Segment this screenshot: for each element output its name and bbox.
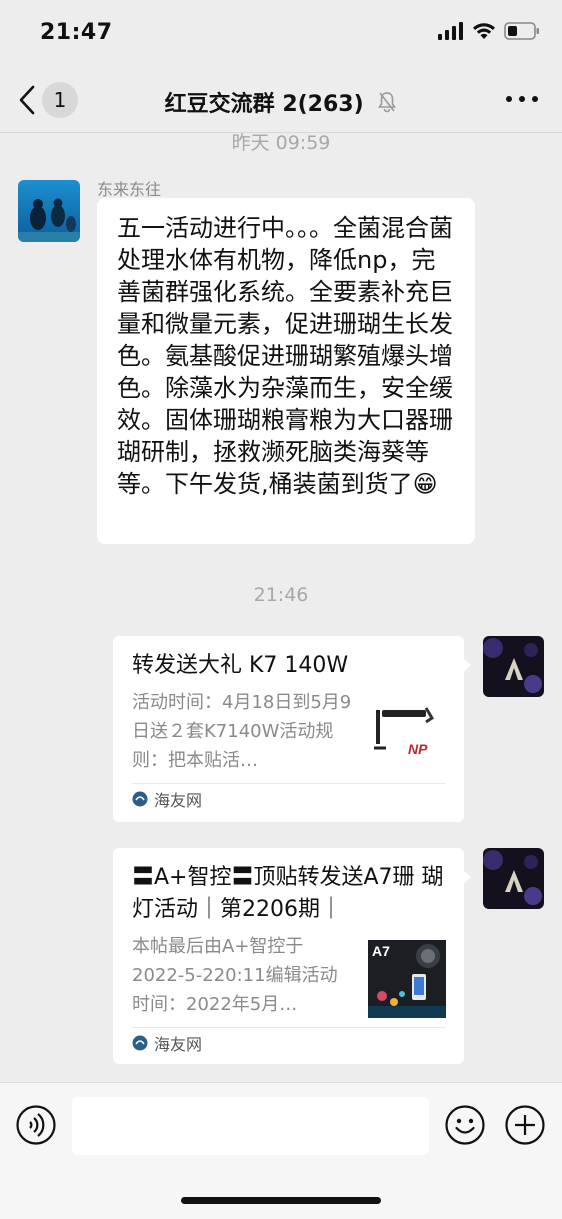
message-text: 五一活动进行中。。。全菌混合菌处理水体有机物，降低np，完善菌群强化系统。全要素… [117,214,453,498]
wifi-icon [473,23,495,39]
card-description: 活动时间：4月18日到5月9日送２套K7140W活动规则：把本贴活… [132,692,352,771]
source-logo-icon [132,791,148,807]
text-message-bubble[interactable]: 五一活动进行中。。。全菌混合菌处理水体有机物，降低np，完善菌群强化系统。全要素… [97,198,475,544]
voice-icon [16,1105,56,1145]
chat-header: 1 红豆交流群 2(263) [0,66,562,133]
status-bar: 21:47 [0,0,562,66]
more-options-button[interactable] [506,96,538,104]
link-card[interactable]: 〓A+智控〓顶贴转发送A7珊 瑚灯活动｜第2206期｜ 本帖最后由A+智控于20… [113,848,471,1064]
source-logo-icon [132,1035,148,1051]
status-icons [438,22,540,40]
chat-title: 红豆交流群 2(263) [0,86,562,118]
card-source: 海友网 [132,1027,446,1058]
emoji-button[interactable] [445,1105,485,1149]
plus-icon [505,1105,545,1145]
card-description: 本帖最后由A+智控于2022-5-220:11编辑活动时间：2022年5月… [132,936,338,1015]
card-source-name: 海友网 [154,791,203,810]
message-timestamp: 昨天 09:59 [231,132,331,154]
my-avatar[interactable] [483,636,544,697]
card-source: 海友网 [132,783,446,814]
card-thumbnail: NP [368,696,446,774]
more-dot-icon [506,96,512,102]
my-avatar[interactable] [483,848,544,909]
chat-title-text: 红豆交流群 2(263) [164,92,364,117]
thumb-brand-text: NP [408,741,428,757]
signal-icon [438,22,463,40]
card-thumbnail: A7 [368,940,446,1018]
card-source-name: 海友网 [154,1035,203,1054]
more-actions-button[interactable] [505,1105,545,1149]
status-time: 21:47 [40,20,113,45]
card-title: 〓A+智控〓顶贴转发送A7珊 瑚灯活动｜第2206期｜ [132,865,444,922]
sender-name: 东来东往 [97,180,162,199]
voice-input-button[interactable] [16,1105,56,1149]
link-card[interactable]: 转发送大礼 K7 140W 活动时间：4月18日到5月9日送２套K7140W活动… [113,636,471,822]
message-input[interactable] [72,1097,429,1155]
more-dot-icon [519,96,525,102]
sender-avatar[interactable] [18,180,80,242]
home-indicator[interactable] [181,1197,381,1204]
emoji-icon [445,1105,485,1145]
card-title: 转发送大礼 K7 140W [132,653,349,678]
battery-icon [504,22,539,40]
message-timestamp: 21:46 [253,584,309,606]
thumb-title-text: A7 [372,943,390,959]
mute-bell-icon [378,92,397,113]
more-dot-icon [532,96,538,102]
